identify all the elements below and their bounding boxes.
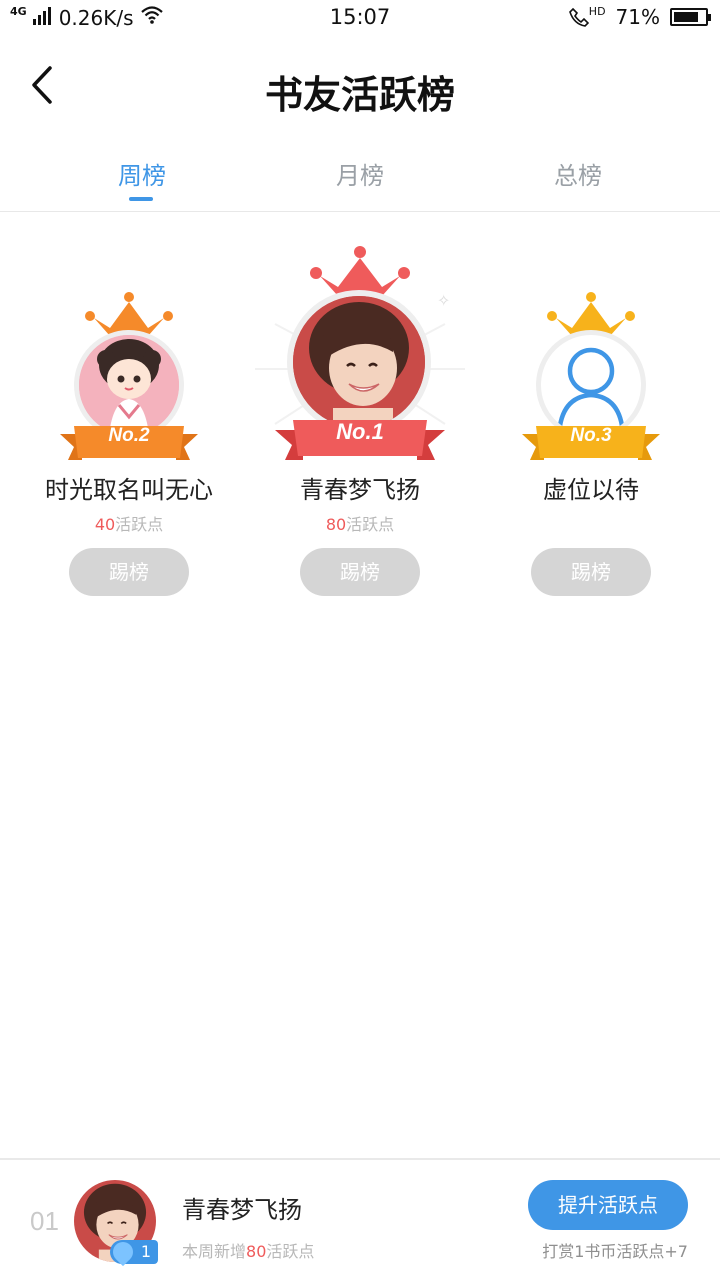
status-bar: 4G 0.26K/s 15:07 HD 71%	[0, 0, 720, 36]
rank-label-third: No.3	[570, 425, 612, 446]
my-points-prefix: 本周新增	[182, 1242, 247, 1261]
points-second: 40活跃点	[14, 511, 244, 535]
tab-indicator	[129, 197, 153, 201]
battery-fill	[674, 12, 699, 22]
user-name-second[interactable]: 时光取名叫无心	[14, 470, 244, 505]
points-suffix-second: 活跃点	[115, 515, 164, 534]
battery-percent: 71%	[615, 5, 660, 29]
tab-monthly[interactable]: 月榜	[290, 156, 430, 191]
rank-card-first: ✧ No.1 青春梦飞扬 80活跃点 踢榜	[245, 214, 475, 604]
battery-icon	[670, 8, 711, 26]
podium: No.2 时光取名叫无心 40活跃点 踢榜 ✧ No.1 青春梦飞扬 80活跃点…	[0, 214, 720, 614]
points-value-first: 80	[325, 515, 347, 534]
page-title: 书友活跃榜	[264, 72, 455, 117]
rank-label-first: No.1	[336, 419, 384, 444]
kick-button-first[interactable]: 踢榜	[300, 548, 420, 596]
my-weekly-points: 本周新增80活跃点	[182, 1238, 314, 1262]
kick-button-second[interactable]: 踢榜	[69, 548, 189, 596]
points-value-second: 40	[94, 515, 116, 534]
rank-label-second: No.2	[108, 425, 150, 446]
points-suffix-first: 活跃点	[346, 515, 395, 534]
tab-weekly[interactable]: 周榜	[72, 156, 212, 191]
my-points-suffix: 活跃点	[266, 1242, 315, 1261]
level-badge-number: 1	[140, 1242, 151, 1261]
my-points-value: 80	[246, 1242, 267, 1261]
my-rank-number: 01	[30, 1206, 59, 1236]
rank-card-second: No.2 时光取名叫无心 40活跃点 踢榜	[14, 214, 244, 604]
kick-button-third[interactable]: 踢榜	[531, 548, 651, 596]
hd-call-icon: HD	[568, 4, 606, 27]
user-photo-avatar	[293, 296, 425, 428]
user-name-third: 虚位以待	[543, 476, 639, 504]
level-badge: 1	[108, 1237, 158, 1267]
avatar-first[interactable]	[287, 290, 431, 434]
my-name: 青春梦飞扬	[182, 1196, 302, 1224]
boost-activity-button[interactable]: 提升活跃点	[528, 1180, 688, 1230]
status-right: HD 71%	[568, 4, 711, 29]
reward-hint: 打赏1书币活跃点+7	[542, 1242, 688, 1261]
hd-label: HD	[588, 4, 606, 18]
tab-bar: 周榜 月榜 总榜	[0, 140, 720, 212]
tab-total[interactable]: 总榜	[508, 156, 648, 191]
rank-card-third: No.3 虚位以待 踢榜	[476, 214, 706, 604]
my-rank-bar: 01 1 青春梦飞扬 本周新增80活跃点 提升活跃点 打赏1书币活跃点+7	[0, 1158, 720, 1280]
user-name-first[interactable]: 青春梦飞扬	[245, 470, 475, 505]
points-first: 80活跃点	[245, 511, 475, 535]
svg-text:✧: ✧	[437, 291, 450, 310]
header: 书友活跃榜	[0, 36, 720, 136]
